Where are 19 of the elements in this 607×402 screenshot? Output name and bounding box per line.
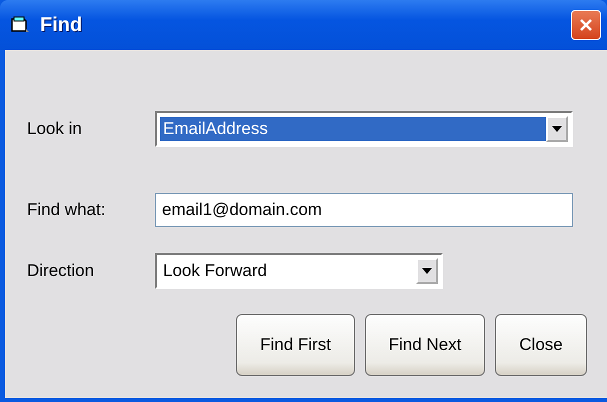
dropdown-arrow-button[interactable]: [546, 116, 568, 142]
field-label: Find what:: [27, 200, 106, 220]
dropdown[interactable]: Look Forward: [155, 253, 443, 289]
dialog-button[interactable]: Find First: [236, 314, 355, 376]
dropdown-value: EmailAddress: [160, 117, 546, 141]
caret-icon: [422, 268, 432, 274]
dialog-button[interactable]: Find Next: [365, 314, 485, 376]
field-label: Look in: [27, 119, 83, 139]
dropdown-arrow-button[interactable]: [416, 258, 438, 284]
close-icon: [578, 17, 594, 33]
window-icon: [10, 16, 30, 34]
dropdown[interactable]: EmailAddress: [155, 111, 573, 147]
dialog-button[interactable]: Close: [495, 314, 587, 376]
field-label: Direction: [27, 261, 96, 281]
dropdown-value: Look Forward: [162, 260, 268, 282]
caret-icon: [552, 126, 562, 132]
window-title: Find: [40, 14, 84, 36]
input-field[interactable]: email1@domain.com: [155, 193, 573, 227]
close-button[interactable]: [571, 10, 601, 40]
